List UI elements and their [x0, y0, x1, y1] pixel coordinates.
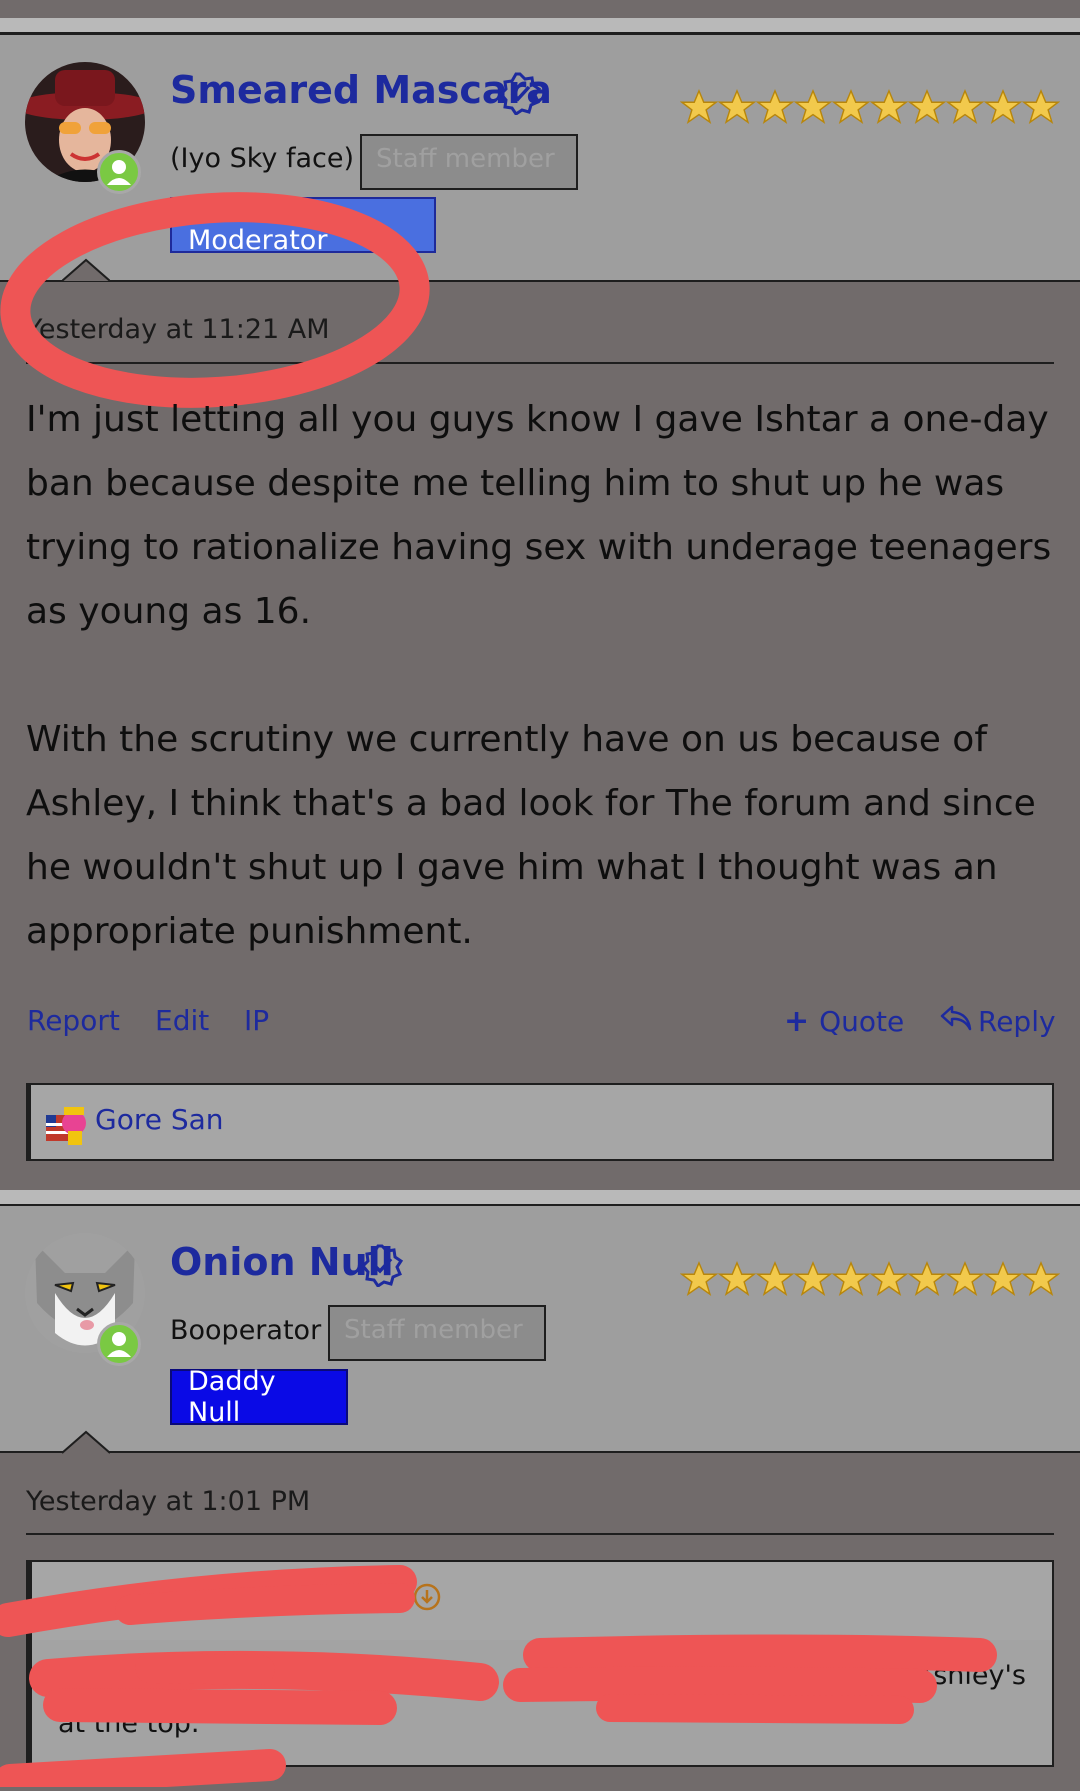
header-caret — [61, 1430, 111, 1458]
star-icon — [679, 88, 719, 130]
edit-link[interactable]: Edit — [155, 1004, 209, 1037]
star-icon — [1021, 1260, 1061, 1302]
post-paragraph: I'm just letting all you guys know I gav… — [26, 399, 1052, 632]
star-icon — [755, 1260, 795, 1302]
user-title: (Iyo Sky face) — [170, 143, 354, 174]
post-body: I'm just letting all you guys know I gav… — [26, 388, 1056, 964]
top-bar — [0, 0, 1080, 18]
star-icon — [907, 88, 947, 130]
star-icon — [793, 88, 833, 130]
user-banner-label: Daddy Null — [188, 1366, 276, 1428]
post-separator — [0, 1190, 1080, 1206]
reactions-bar: Gore San — [26, 1083, 1054, 1161]
report-link[interactable]: Report — [27, 1004, 120, 1037]
star-icon — [945, 88, 985, 130]
plus-icon: + — [784, 1004, 810, 1039]
star-icon — [869, 88, 909, 130]
star-icon — [983, 88, 1023, 130]
star-icon — [945, 1260, 985, 1302]
star-icon — [907, 1260, 947, 1302]
post-timestamp[interactable]: Yesterday at 1:01 PM — [26, 1486, 310, 1517]
divider — [26, 1533, 1054, 1535]
verified-icon — [498, 71, 542, 119]
online-status-icon — [97, 150, 141, 194]
rating-stars — [679, 88, 1061, 130]
star-icon — [831, 88, 871, 130]
staff-badge: Staff member — [360, 134, 578, 190]
online-status-icon — [97, 1322, 141, 1366]
staff-badge: Staff member — [328, 1305, 546, 1361]
star-icon — [679, 1260, 719, 1302]
star-icon — [717, 1260, 757, 1302]
red-circle-annotation — [0, 192, 440, 416]
rating-stars — [679, 1260, 1061, 1302]
post-separator — [0, 18, 1080, 32]
post-paragraph: With the scrutiny we currently have on u… — [26, 719, 1036, 952]
quote-button[interactable]: + Quote — [784, 1004, 904, 1039]
star-icon — [755, 88, 795, 130]
star-icon — [869, 1260, 909, 1302]
user-title: Booperator — [170, 1315, 322, 1346]
ip-link[interactable]: IP — [244, 1004, 269, 1037]
star-icon — [983, 1260, 1023, 1302]
quote-label: Quote — [819, 1005, 905, 1038]
verified-icon — [360, 1243, 404, 1291]
reaction-user-link[interactable]: Gore San — [95, 1103, 224, 1136]
reaction-avatar[interactable] — [46, 1105, 88, 1149]
reply-icon — [940, 1004, 972, 1039]
reply-label: Reply — [978, 1005, 1056, 1038]
star-icon — [1021, 88, 1061, 130]
star-icon — [831, 1260, 871, 1302]
star-icon — [717, 88, 757, 130]
username[interactable]: Smeared Mascara — [170, 68, 552, 112]
star-icon — [793, 1260, 833, 1302]
user-banner: Daddy Null — [170, 1366, 348, 1428]
reply-button[interactable]: Reply — [940, 1004, 1056, 1039]
redaction-scribble — [0, 1560, 1080, 1791]
